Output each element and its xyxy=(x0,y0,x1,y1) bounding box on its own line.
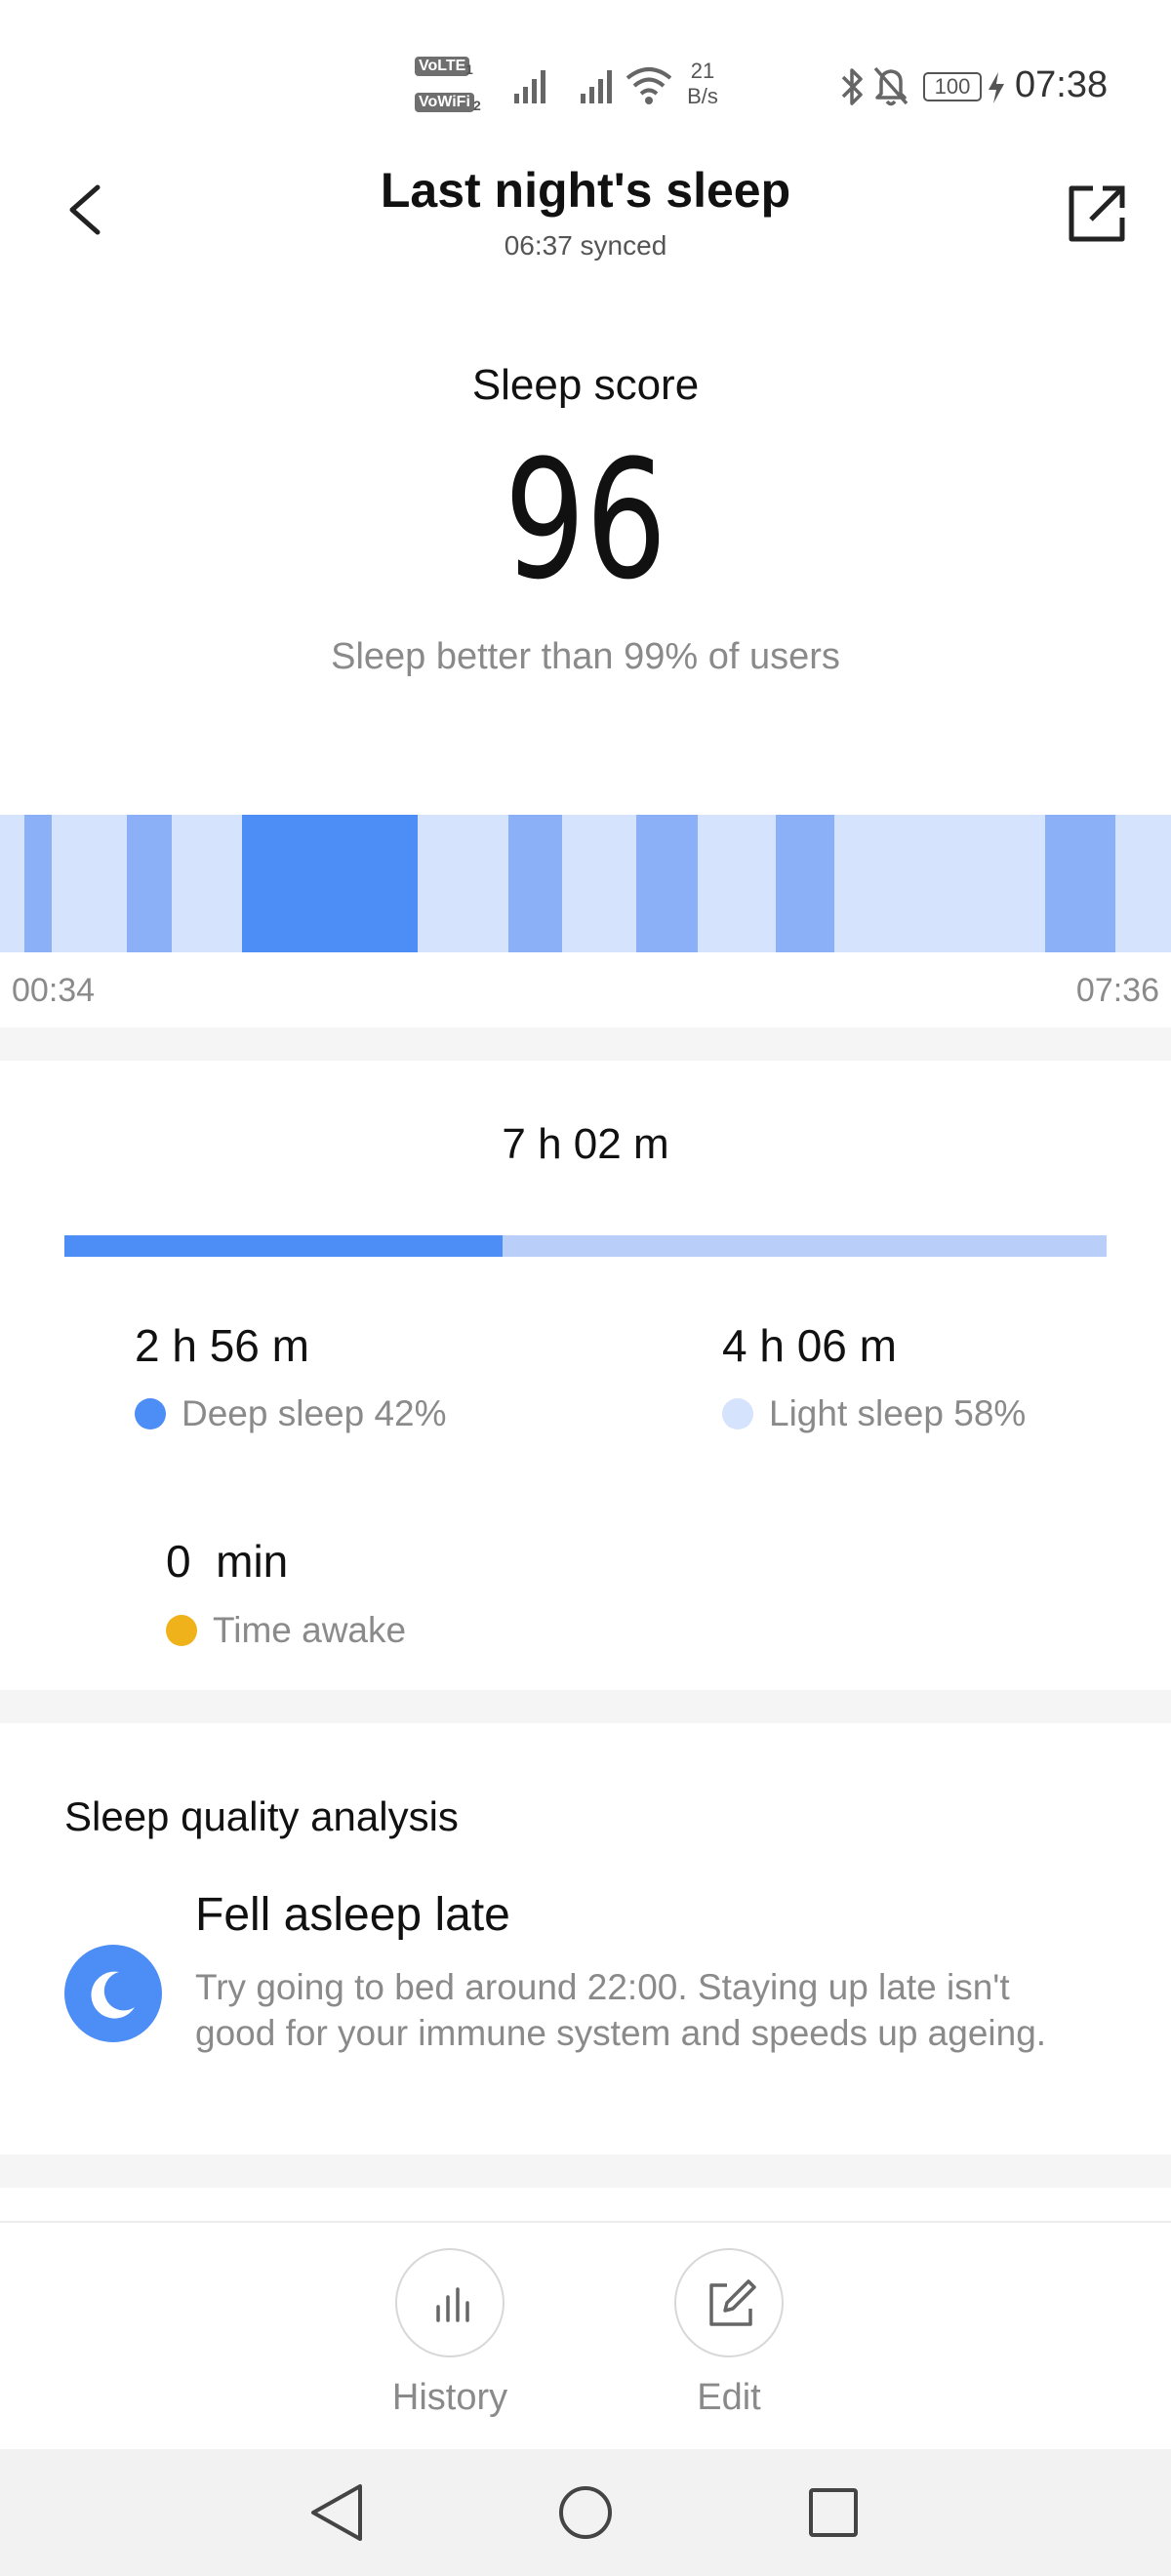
sleep-score-label: Sleep score xyxy=(471,361,700,409)
history-label[interactable]: History xyxy=(352,2377,547,2419)
share-icon xyxy=(1069,185,1125,242)
page-title: Last night's sleep xyxy=(380,163,791,218)
section-divider xyxy=(0,1690,1171,1723)
light-sleep-duration: 4 h 06 m xyxy=(722,1320,897,1371)
nav-recents-icon xyxy=(809,2488,858,2537)
deep-sleep-legend-dot xyxy=(135,1398,166,1429)
status-bar: VoLTE 1 VoWiFi 2 21 B/s 100 07:38 xyxy=(0,0,1171,166)
section-divider xyxy=(0,2154,1171,2188)
edit-button[interactable] xyxy=(674,2248,784,2357)
deep-sleep-duration: 2 h 56 m xyxy=(135,1320,309,1371)
timeline-segment-deep xyxy=(24,815,52,952)
nav-back-button[interactable] xyxy=(300,2478,378,2547)
edit-icon xyxy=(709,2279,756,2326)
battery-icon: 100 xyxy=(923,72,982,101)
nav-home-button[interactable] xyxy=(546,2478,625,2547)
vowifi-badge: VoWiFi xyxy=(415,93,474,112)
nav-recents-button[interactable] xyxy=(794,2478,872,2547)
history-button[interactable] xyxy=(395,2248,505,2357)
sleep-score-value: 96 xyxy=(504,424,667,616)
timeline-segment-deep xyxy=(508,815,562,952)
timeline-segment-deep xyxy=(127,815,172,952)
sync-status: 06:37 synced xyxy=(504,230,667,261)
nav-home-icon xyxy=(559,2486,612,2539)
net-speed: 21 B/s xyxy=(678,59,727,109)
moon-icon xyxy=(91,1971,135,2019)
awake-duration: 0 min xyxy=(166,1536,289,1587)
nav-back-icon xyxy=(311,2484,362,2541)
analysis-title: Fell asleep late xyxy=(195,1889,510,1941)
wifi-icon xyxy=(626,67,672,104)
section-divider xyxy=(0,1027,1171,1061)
awake-legend-dot xyxy=(166,1615,197,1646)
score-comparison: Sleep better than 99% of users xyxy=(331,636,840,677)
deep-sleep-ratio-fill xyxy=(64,1235,503,1257)
analysis-description: Try going to bed around 22:00. Staying u… xyxy=(195,1967,1047,2053)
timeline-segment-deep xyxy=(242,815,418,952)
timeline-segment-deep xyxy=(1045,815,1115,952)
analysis-icon-badge xyxy=(64,1945,162,2042)
signal-icon xyxy=(581,70,612,103)
timeline-end-time: 07:36 xyxy=(1075,972,1159,1009)
bluetooth-icon xyxy=(841,68,863,105)
volte-badge: VoLTE xyxy=(415,57,470,76)
bottom-actions xyxy=(0,2221,1171,2449)
clock: 07:38 xyxy=(1015,64,1109,105)
timeline-segment-deep xyxy=(776,815,834,952)
bar-chart-icon xyxy=(436,2287,469,2322)
sleep-quality-heading: Sleep quality analysis xyxy=(64,1793,459,1839)
sim2-index: 2 xyxy=(473,98,481,113)
sim1-index: 1 xyxy=(465,61,473,77)
share-button[interactable] xyxy=(1064,181,1132,249)
net-speed-unit: B/s xyxy=(687,84,718,108)
light-sleep-label: Light sleep 58% xyxy=(769,1393,1027,1433)
edit-label[interactable]: Edit xyxy=(631,2377,827,2419)
sleep-timeline[interactable] xyxy=(0,815,1171,952)
total-sleep-duration: 7 h 02 m xyxy=(502,1120,669,1168)
mute-bell-icon xyxy=(873,66,909,106)
light-sleep-legend-dot xyxy=(722,1398,753,1429)
awake-label: Time awake xyxy=(213,1610,407,1650)
net-speed-value: 21 xyxy=(690,59,715,83)
signal-icon xyxy=(514,70,545,103)
timeline-segment-deep xyxy=(636,815,698,952)
sleep-ratio-bar xyxy=(64,1235,1107,1257)
deep-sleep-label: Deep sleep 42% xyxy=(182,1393,447,1433)
timeline-start-time: 00:34 xyxy=(12,972,96,1009)
charging-icon xyxy=(989,72,1004,103)
